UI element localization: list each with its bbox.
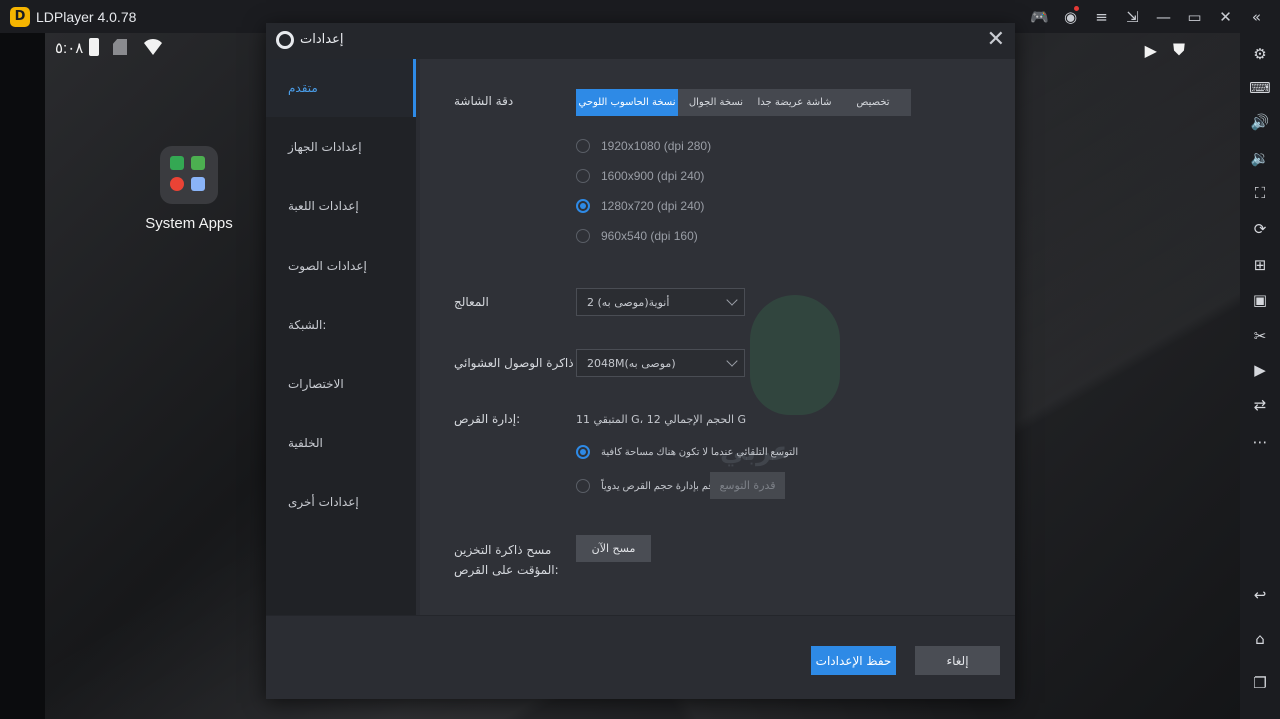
- cpu-select[interactable]: أنوية(موصى به) 2: [576, 288, 745, 316]
- back-icon[interactable]: ↩: [1248, 583, 1272, 607]
- resolution-option[interactable]: 1920x1080 (dpi 280): [576, 139, 711, 153]
- sidebar-item-other[interactable]: إعدادات أخرى: [266, 473, 416, 531]
- watermark-text: عربي: [720, 437, 791, 467]
- ram-value: 2048M(موصى به): [587, 356, 676, 370]
- resolution-label: دقة الشاشة: [454, 94, 514, 108]
- sidebar-item-network[interactable]: الشبكة:: [266, 296, 416, 354]
- chevron-down-icon: [726, 355, 738, 367]
- share-folder-icon[interactable]: ⇄: [1248, 393, 1272, 417]
- settings-app-icon: [191, 177, 205, 191]
- cpu-value: أنوية(موصى به) 2: [587, 295, 670, 309]
- clear-cache-label-line1: مسح ذاكرة التخزين: [454, 543, 552, 557]
- cancel-button[interactable]: إلغاء: [915, 646, 1000, 675]
- tab-tablet[interactable]: نسخة الحاسوب اللوحي: [576, 89, 678, 116]
- wifi-icon: [141, 39, 165, 55]
- clear-now-button[interactable]: مسح الآن: [576, 535, 651, 562]
- disk-info: المتبقي 11 G، الحجم الإجمالي 12 G: [576, 413, 747, 426]
- dialog-footer: حفظ الإعدادات إلغاء: [266, 615, 1015, 699]
- chrome-icon: [170, 177, 184, 191]
- expand-capacity-button[interactable]: قدرة التوسع: [710, 472, 785, 499]
- account-icon[interactable]: ◉: [1055, 0, 1086, 33]
- left-margin: [0, 33, 45, 719]
- home-icon[interactable]: ⌂: [1248, 627, 1272, 651]
- radio-button[interactable]: [576, 139, 590, 153]
- battery-icon: [89, 38, 99, 56]
- status-time: ٥:٠٨: [55, 40, 84, 57]
- settings-sidebar: متقدم إعدادات الجهاز إعدادات اللعبة إعدا…: [266, 59, 416, 615]
- right-toolbar: ⚙ ⌨ 🔊 🔉 ⛶ ⟳ ⊞ ▣ ✂ ▶ ⇄ ⋯ ↩ ⌂ ❐: [1240, 33, 1280, 719]
- apk-icon[interactable]: ▣: [1248, 288, 1272, 312]
- manual-disk-option[interactable]: قم بإدارة حجم القرص يدوياً: [576, 479, 713, 493]
- cpu-label: المعالج: [454, 295, 489, 309]
- ldplayer-logo-icon: D: [10, 6, 30, 27]
- minimize-icon[interactable]: —: [1148, 0, 1179, 33]
- scissors-icon[interactable]: ✂: [1248, 324, 1272, 348]
- radio-button[interactable]: [576, 229, 590, 243]
- tab-ultrawide[interactable]: شاشة عريضة جدا: [754, 89, 835, 116]
- collapse-sidebar-icon[interactable]: «: [1241, 0, 1272, 33]
- resolution-option[interactable]: 960x540 (dpi 160): [576, 229, 698, 243]
- resolution-option-label: 1280x720 (dpi 240): [601, 199, 705, 213]
- sidebar-item-device[interactable]: إعدادات الجهاز: [266, 118, 416, 176]
- system-apps-folder[interactable]: [160, 146, 218, 204]
- resolution-option-label: 1600x900 (dpi 240): [601, 169, 705, 183]
- settings-content: دقة الشاشة نسخة الحاسوب اللوحي نسخة الجو…: [420, 59, 1015, 615]
- keyboard-icon[interactable]: ⌨: [1248, 76, 1272, 100]
- shield-icon: ⛊: [1172, 40, 1185, 59]
- app-title: LDPlayer 4.0.78: [36, 8, 137, 25]
- gear-icon: [276, 31, 294, 49]
- no-sim-icon: [113, 39, 127, 55]
- video-icon[interactable]: ▶: [1248, 358, 1272, 382]
- disk-label: إدارة القرص:: [454, 412, 521, 426]
- gamepad-icon[interactable]: 🎮: [1024, 0, 1055, 33]
- play-store-icon: [170, 156, 184, 170]
- volume-up-icon[interactable]: 🔊: [1248, 110, 1272, 134]
- ram-select[interactable]: 2048M(موصى به): [576, 349, 745, 377]
- dialog-title: إعدادات: [300, 32, 344, 47]
- resolution-option[interactable]: 1600x900 (dpi 240): [576, 169, 704, 183]
- sidebar-item-game[interactable]: إعدادات اللعبة: [266, 177, 416, 235]
- volume-down-icon[interactable]: 🔉: [1248, 146, 1272, 170]
- clear-cache-label: مسح ذاكرة التخزين المؤقت على القرص:: [454, 540, 559, 580]
- pin-icon[interactable]: ⇲: [1117, 0, 1148, 33]
- close-icon[interactable]: ✕: [987, 27, 1005, 52]
- ram-label: ذاكرة الوصول العشوائي: [454, 356, 574, 370]
- sidebar-item-advanced[interactable]: متقدم: [266, 59, 416, 117]
- watermark-logo: [750, 295, 840, 415]
- sidebar-item-background[interactable]: الخلفية: [266, 414, 416, 472]
- radio-button-selected[interactable]: [576, 199, 590, 213]
- manual-disk-label: قم بإدارة حجم القرص يدوياً: [601, 480, 714, 492]
- settings-dialog: إعدادات ✕ متقدم إعدادات الجهاز إعدادات ا…: [266, 23, 1015, 699]
- resolution-option-label: 960x540 (dpi 160): [601, 229, 698, 243]
- tab-custom[interactable]: تخصيص: [835, 89, 911, 116]
- clear-cache-label-line2: المؤقت على القرص:: [454, 563, 559, 577]
- more-icon[interactable]: ⋯: [1248, 430, 1272, 454]
- sidebar-item-shortcuts[interactable]: الاختصارات: [266, 355, 416, 413]
- maximize-icon[interactable]: ▭: [1179, 0, 1210, 33]
- menu-icon[interactable]: ≡: [1086, 0, 1117, 33]
- resolution-option-label: 1920x1080 (dpi 280): [601, 139, 712, 153]
- settings-gear-icon[interactable]: ⚙: [1248, 42, 1272, 66]
- sidebar-item-audio[interactable]: إعدادات الصوت: [266, 237, 416, 295]
- chevron-down-icon: [726, 294, 738, 306]
- dialog-header: إعدادات ✕: [266, 23, 1015, 59]
- resolution-option[interactable]: 1280x720 (dpi 240): [576, 199, 704, 213]
- close-window-icon[interactable]: ✕: [1210, 0, 1241, 33]
- play-protect-icon: ▶: [1144, 40, 1157, 60]
- play-games-icon: [191, 156, 205, 170]
- save-settings-button[interactable]: حفظ الإعدادات: [811, 646, 896, 675]
- radio-button[interactable]: [576, 479, 590, 493]
- system-apps-label: System Apps: [145, 215, 233, 232]
- fullscreen-icon[interactable]: ⛶: [1248, 181, 1272, 205]
- tab-phone[interactable]: نسخة الجوال: [678, 89, 754, 116]
- recent-apps-icon[interactable]: ❐: [1248, 671, 1272, 695]
- radio-button[interactable]: [576, 169, 590, 183]
- sync-icon[interactable]: ⟳: [1248, 217, 1272, 241]
- radio-button-selected[interactable]: [576, 445, 590, 459]
- resolution-tabs: نسخة الحاسوب اللوحي نسخة الجوال شاشة عري…: [576, 89, 911, 116]
- add-screen-icon[interactable]: ⊞: [1248, 253, 1272, 277]
